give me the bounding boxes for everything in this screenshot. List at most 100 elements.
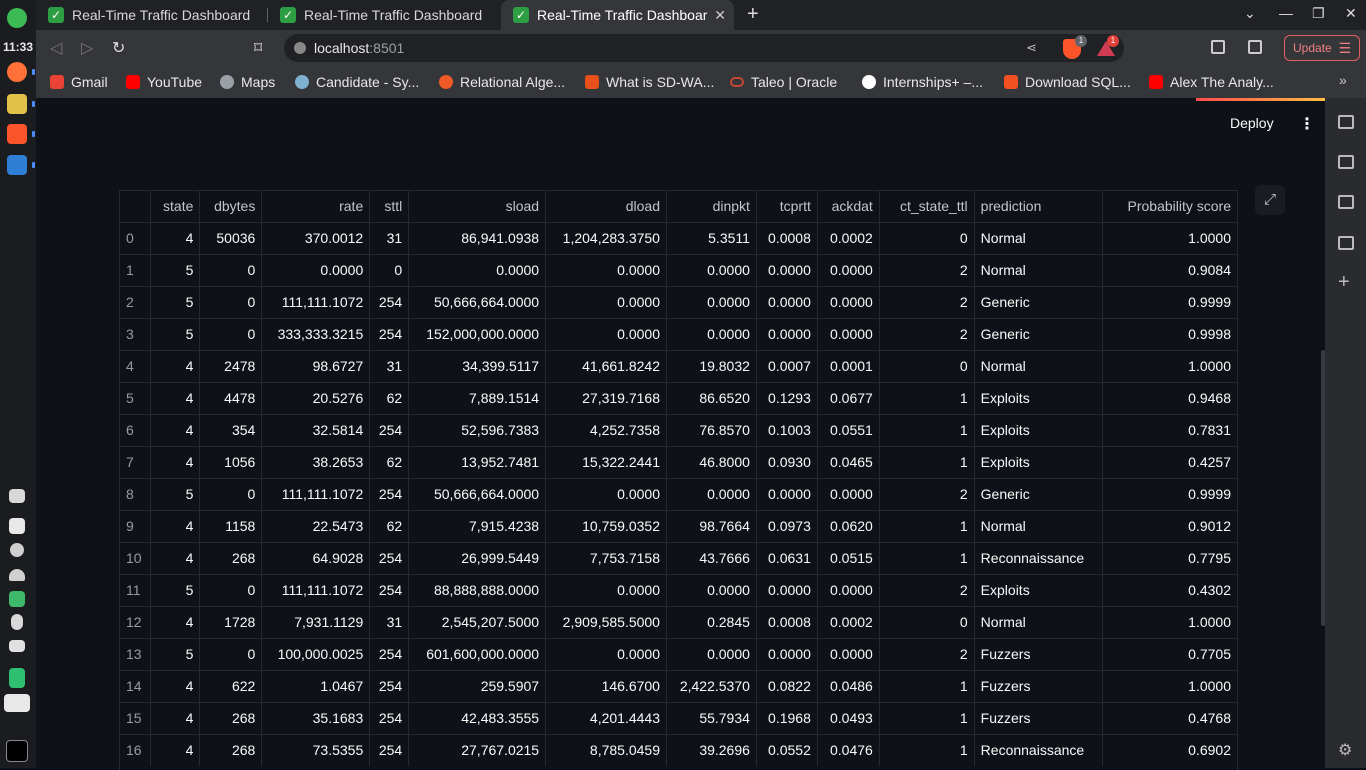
cell-rate[interactable]: 22.5473 xyxy=(261,510,371,543)
cell-dload[interactable]: 4,201.4443 xyxy=(545,702,667,735)
cell-index[interactable]: 10 xyxy=(120,542,152,575)
cell-probability-score[interactable]: 1.0000 xyxy=(1102,606,1237,639)
column-header-dload[interactable]: dload xyxy=(545,191,667,223)
cell-sload[interactable]: 152,000,000.0000 xyxy=(408,318,547,351)
cell-state[interactable]: 4 xyxy=(150,350,201,383)
bookmark-youtube[interactable]: YouTube xyxy=(126,74,202,90)
notes-icon[interactable] xyxy=(9,518,25,534)
cell-tcprtt[interactable]: 0.1003 xyxy=(756,414,818,447)
cell-dinpkt[interactable]: 46.8000 xyxy=(666,446,757,479)
cell-dload[interactable]: 8,785.0459 xyxy=(545,734,667,766)
cell-ackdat[interactable]: 0.0001 xyxy=(817,350,880,383)
cell-ackdat[interactable]: 0.0000 xyxy=(817,318,880,351)
cell-index[interactable]: 12 xyxy=(120,606,152,639)
cell-dbytes[interactable]: 0 xyxy=(199,638,263,671)
cell-ct-state-ttl[interactable]: 1 xyxy=(879,510,975,543)
cell-index[interactable]: 14 xyxy=(120,670,152,703)
brave-tray-icon[interactable] xyxy=(4,694,30,712)
cell-probability-score[interactable]: 0.9012 xyxy=(1102,510,1237,543)
add-panel-icon[interactable]: + xyxy=(1338,271,1350,294)
cell-tcprtt[interactable]: 0.0930 xyxy=(756,446,818,479)
wallet-panel-icon[interactable] xyxy=(1338,155,1354,169)
cell-prediction[interactable]: Reconnaissance xyxy=(974,734,1103,766)
cell-prediction[interactable]: Normal xyxy=(974,350,1103,383)
cell-rate[interactable]: 64.9028 xyxy=(261,542,371,575)
cell-ackdat[interactable]: 0.0551 xyxy=(817,414,880,447)
column-header-ackdat[interactable]: ackdat xyxy=(817,191,880,223)
cell-sttl[interactable]: 254 xyxy=(369,286,410,319)
cell-state[interactable]: 4 xyxy=(150,414,201,447)
column-header-dinpkt[interactable]: dinpkt xyxy=(666,191,757,223)
cell-state[interactable]: 5 xyxy=(150,286,201,319)
volume-icon[interactable] xyxy=(9,489,25,503)
table-row[interactable]: 9 4 1158 22.5473 62 7,915.4238 10,759.0352 98.7… xyxy=(120,510,1237,543)
cell-ackdat[interactable]: 0.0000 xyxy=(817,478,880,511)
cell-sttl[interactable]: 254 xyxy=(369,542,410,575)
cell-probability-score[interactable]: 0.7795 xyxy=(1102,542,1237,575)
cell-prediction[interactable]: Normal xyxy=(974,254,1103,287)
cell-index[interactable]: 11 xyxy=(120,574,152,607)
cell-probability-score[interactable]: 0.7831 xyxy=(1102,414,1237,447)
bookmark-relational-algebra[interactable]: Relational Alge... xyxy=(439,74,565,90)
cell-sload[interactable]: 52,596.7383 xyxy=(408,414,547,447)
cell-prediction[interactable]: Normal xyxy=(974,510,1103,543)
column-header-index[interactable] xyxy=(120,191,152,223)
cell-dinpkt[interactable]: 55.7934 xyxy=(666,702,757,735)
cell-probability-score[interactable]: 0.7705 xyxy=(1102,638,1237,671)
table-row[interactable]: 13 5 0 100,000.0025 254 601,600,000.0000 0.000… xyxy=(120,638,1237,671)
cell-prediction[interactable]: Exploits xyxy=(974,446,1103,479)
cell-dload[interactable]: 7,753.7158 xyxy=(545,542,667,575)
cell-sttl[interactable]: 254 xyxy=(369,478,410,511)
table-row[interactable]: 8 5 0 111,111.1072 254 50,666,664.0000 0.0000 0… xyxy=(120,478,1237,511)
cell-dinpkt[interactable]: 86.6520 xyxy=(666,382,757,415)
cell-ct-state-ttl[interactable]: 2 xyxy=(879,286,975,319)
cell-rate[interactable]: 111,111.1072 xyxy=(261,286,371,319)
cell-ct-state-ttl[interactable]: 0 xyxy=(879,606,975,639)
cell-tcprtt[interactable]: 0.0000 xyxy=(756,478,818,511)
column-header-rate[interactable]: rate xyxy=(261,191,371,223)
cell-dinpkt[interactable]: 19.8032 xyxy=(666,350,757,383)
cell-dload[interactable]: 15,322.2441 xyxy=(545,446,667,479)
cell-sttl[interactable]: 31 xyxy=(369,350,410,383)
cell-probability-score[interactable]: 0.4768 xyxy=(1102,702,1237,735)
cell-sload[interactable]: 50,666,664.0000 xyxy=(408,478,547,511)
cell-ct-state-ttl[interactable]: 2 xyxy=(879,478,975,511)
cell-index[interactable]: 3 xyxy=(120,318,152,351)
cell-state[interactable]: 5 xyxy=(150,638,201,671)
cell-probability-score[interactable]: 1.0000 xyxy=(1102,350,1237,383)
cell-rate[interactable]: 35.1683 xyxy=(261,702,371,735)
cell-sttl[interactable]: 0 xyxy=(369,254,410,287)
cell-tcprtt[interactable]: 0.0631 xyxy=(756,542,818,575)
cell-dinpkt[interactable]: 0.0000 xyxy=(666,478,757,511)
cell-sttl[interactable]: 254 xyxy=(369,318,410,351)
leo-ai-icon[interactable] xyxy=(1338,115,1354,129)
cell-tcprtt[interactable]: 0.0552 xyxy=(756,734,818,766)
cell-ct-state-ttl[interactable]: 1 xyxy=(879,382,975,415)
cell-dbytes[interactable]: 1158 xyxy=(199,510,263,543)
cell-index[interactable]: 13 xyxy=(120,638,152,671)
address-bar[interactable]: localhost:8501 ⋖ xyxy=(284,34,1124,62)
cell-rate[interactable]: 100,000.0025 xyxy=(261,638,371,671)
cell-ackdat[interactable]: 0.0002 xyxy=(817,606,880,639)
cell-rate[interactable]: 370.0012 xyxy=(261,222,371,255)
cell-state[interactable]: 4 xyxy=(150,510,201,543)
cell-tcprtt[interactable]: 0.0000 xyxy=(756,286,818,319)
cell-dinpkt[interactable]: 0.0000 xyxy=(666,574,757,607)
cell-dbytes[interactable]: 0 xyxy=(199,574,263,607)
package-icon[interactable] xyxy=(9,591,25,607)
cell-prediction[interactable]: Exploits xyxy=(974,382,1103,415)
cell-prediction[interactable]: Normal xyxy=(974,222,1103,255)
tab-search-chevron-icon[interactable]: ⌄ xyxy=(1244,5,1256,22)
column-header-sttl[interactable]: sttl xyxy=(369,191,410,223)
cell-sload[interactable]: 0.0000 xyxy=(408,254,547,287)
cell-rate[interactable]: 7,931.1129 xyxy=(261,606,371,639)
share-icon[interactable]: ⋖ xyxy=(1026,40,1037,56)
cell-probability-score[interactable]: 0.6902 xyxy=(1102,734,1237,766)
cell-probability-score[interactable]: 0.9468 xyxy=(1102,382,1237,415)
cell-tcprtt[interactable]: 0.1293 xyxy=(756,382,818,415)
cell-rate[interactable]: 111,111.1072 xyxy=(261,574,371,607)
cell-ackdat[interactable]: 0.0476 xyxy=(817,734,880,766)
column-header-tcprtt[interactable]: tcprtt xyxy=(756,191,818,223)
cell-dbytes[interactable]: 268 xyxy=(199,702,263,735)
cell-ct-state-ttl[interactable]: 1 xyxy=(879,670,975,703)
